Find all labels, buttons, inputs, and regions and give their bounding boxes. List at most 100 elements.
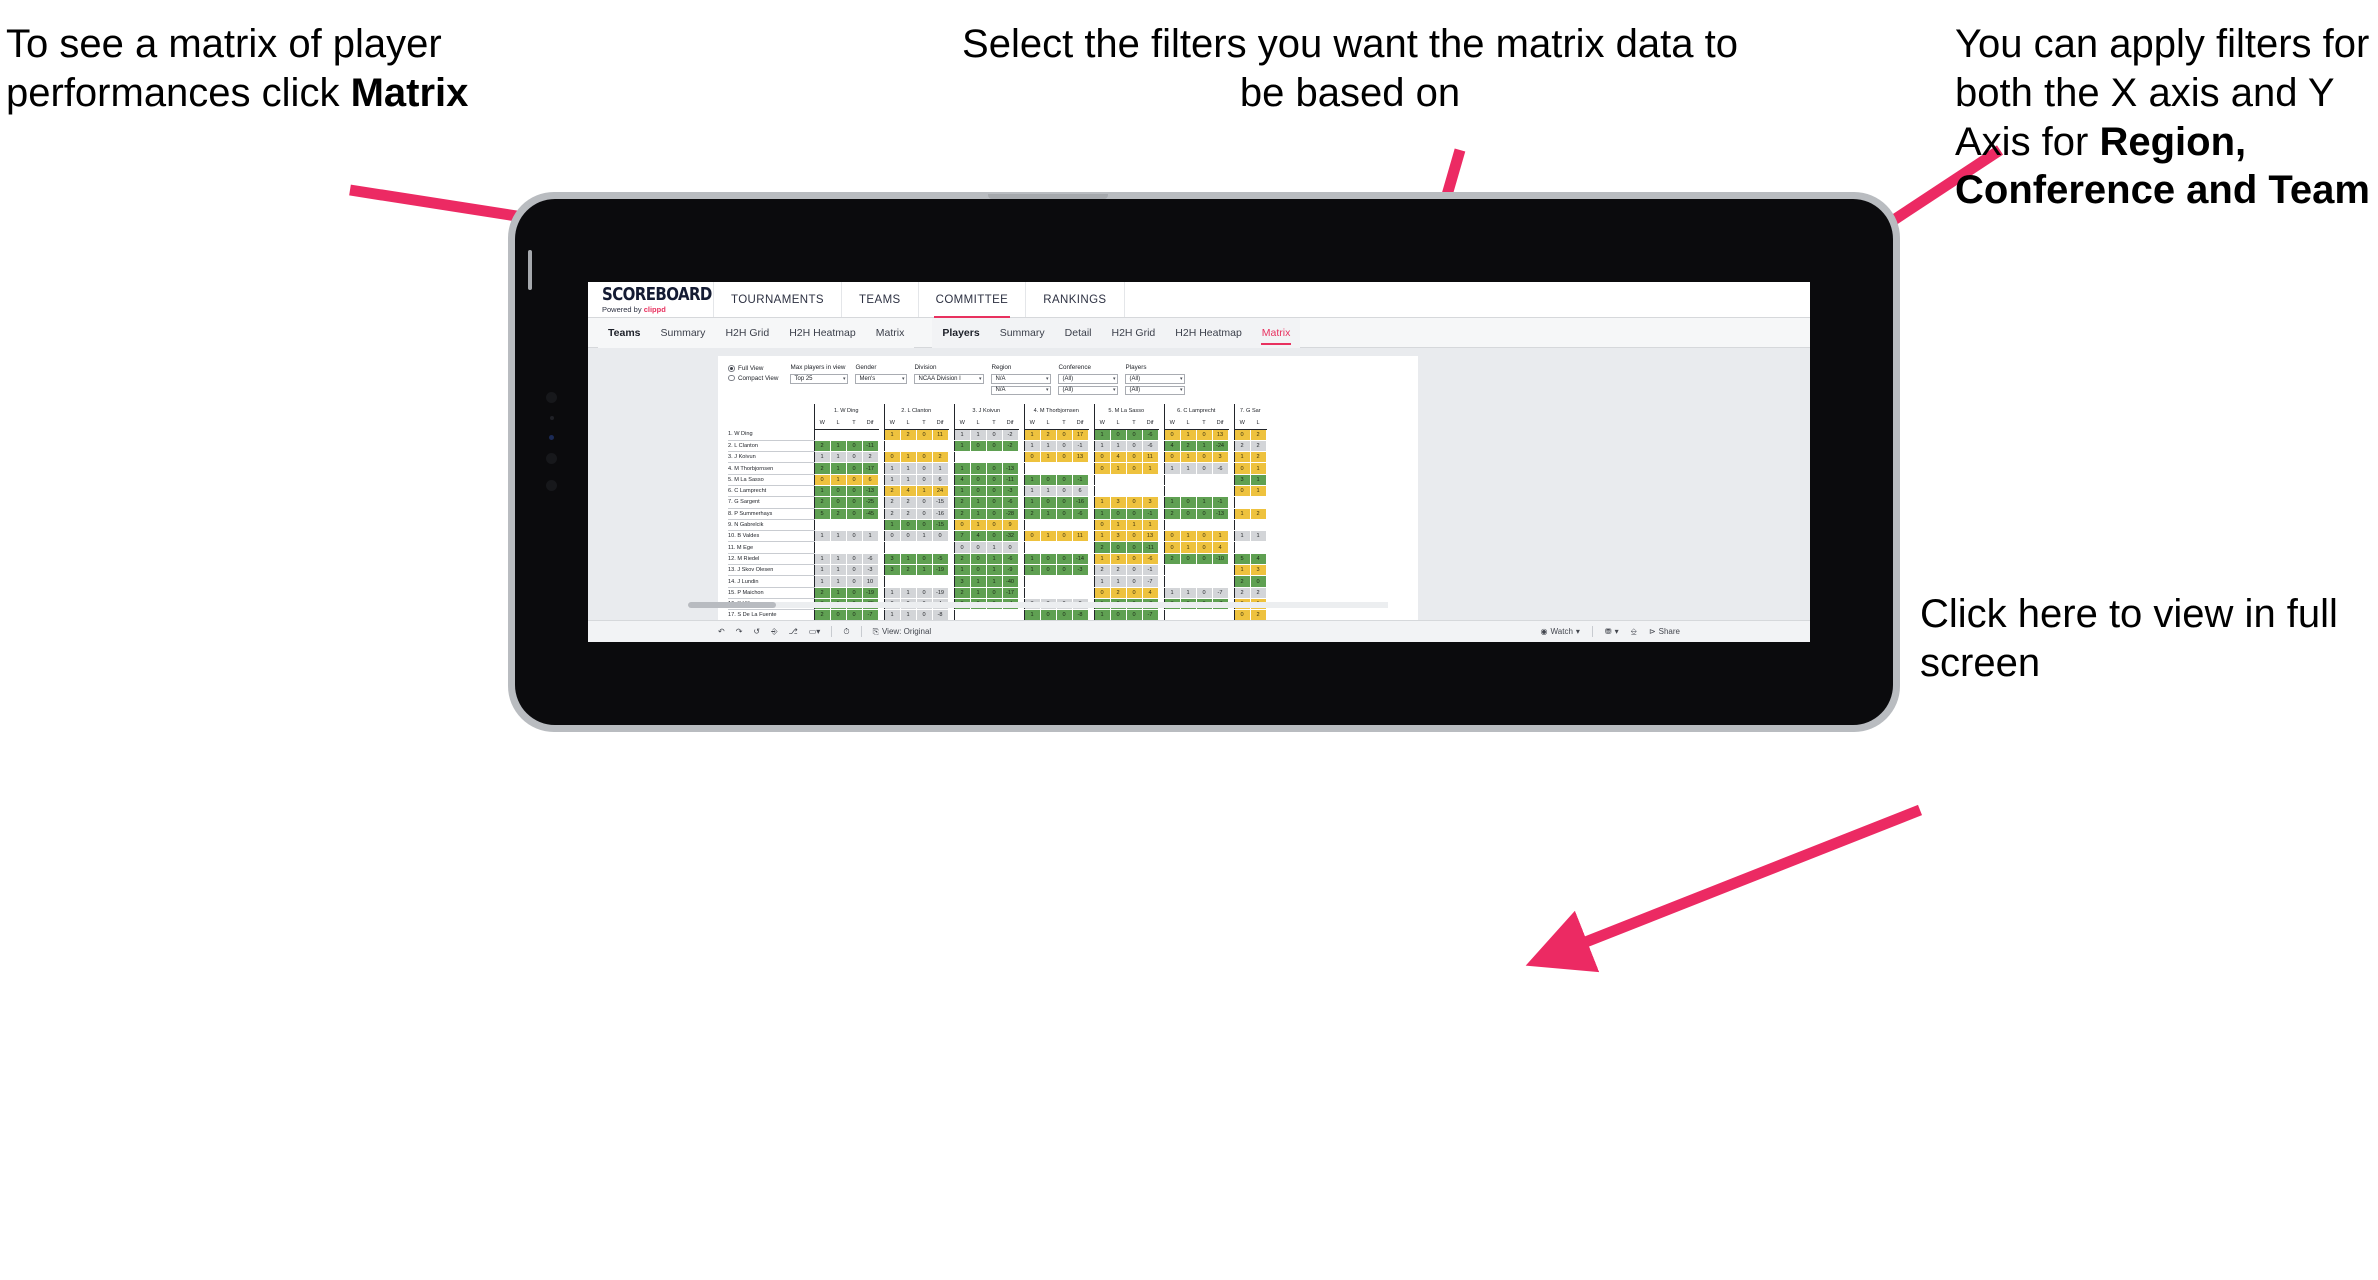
matrix-cell[interactable]: 4 — [1212, 541, 1229, 554]
matrix-cell[interactable]: 0 — [1233, 485, 1251, 498]
matrix-cell[interactable]: -3 — [1002, 485, 1019, 498]
matrix-cell[interactable]: 3 — [883, 553, 901, 566]
refresh-icon[interactable]: ⎇ — [789, 627, 798, 636]
matrix-cell[interactable]: -13 — [1212, 508, 1229, 520]
matrix-cell[interactable]: 0 — [1126, 530, 1143, 543]
matrix-cell[interactable]: 0 — [986, 587, 1003, 599]
matrix-cell[interactable]: 0 — [1056, 553, 1073, 566]
matrix-cell[interactable]: 10 — [862, 575, 879, 588]
matrix-cell[interactable]: 0 — [1196, 429, 1213, 441]
matrix-cell[interactable] — [1040, 541, 1057, 554]
matrix-cell[interactable]: 0 — [970, 541, 987, 554]
matrix-cell[interactable]: 0 — [1110, 508, 1127, 520]
matrix-cell[interactable]: 0 — [1056, 474, 1073, 486]
matrix-cell[interactable]: 1 — [813, 451, 831, 464]
matrix-cell[interactable]: 0 — [1023, 530, 1041, 543]
tab-teams[interactable]: Teams — [598, 318, 651, 348]
matrix-cell[interactable]: -6 — [1142, 429, 1159, 441]
matrix-cell[interactable]: 2 — [1233, 587, 1251, 599]
matrix-cell[interactable]: 1 — [1093, 553, 1111, 566]
matrix-cell[interactable]: 1 — [1250, 530, 1267, 543]
matrix-row[interactable]: 7. G Sargent 2 0 0 -25 2 2 0 -15 2 1 0 -6 1 0 0 -16 1 3 0 3 1… — [728, 496, 1267, 509]
matrix-cell[interactable]: 0 — [846, 474, 863, 486]
matrix-cell[interactable]: 0 — [1196, 530, 1213, 543]
matrix-cell[interactable] — [1212, 485, 1229, 498]
nav-item-teams[interactable]: TEAMS — [841, 282, 919, 317]
matrix-cell[interactable]: 0 — [1093, 451, 1111, 464]
matrix-cell[interactable]: 0 — [970, 474, 987, 486]
matrix-cell[interactable]: 0 — [916, 553, 933, 566]
matrix-cell[interactable]: 1 — [1163, 462, 1181, 475]
matrix-cell[interactable]: 0 — [900, 530, 917, 543]
matrix-cell[interactable]: 1 — [1250, 462, 1267, 475]
matrix-cell[interactable]: 0 — [1040, 564, 1057, 577]
matrix-cell[interactable]: 1 — [1040, 440, 1057, 453]
fullscreen-button[interactable]: ⎒ — [1631, 627, 1637, 636]
matrix-cell[interactable]: 0 — [1110, 429, 1127, 441]
matrix-cell[interactable]: 2 — [1040, 429, 1057, 441]
matrix-cell[interactable] — [883, 440, 901, 453]
matrix-cell[interactable]: 1 — [1233, 564, 1251, 577]
matrix-row[interactable]: 11. M Ege 0 0 1 0 2 0 0 -11 0 1 0 4 — [728, 541, 1267, 554]
matrix-cell[interactable]: 1 — [830, 440, 847, 453]
matrix-cell[interactable]: 0 — [1056, 564, 1073, 577]
matrix-cell[interactable]: 0 — [986, 496, 1003, 509]
matrix-cell[interactable]: 1 — [830, 564, 847, 577]
matrix-cell[interactable] — [1212, 519, 1229, 532]
matrix-cell[interactable]: 1 — [1163, 496, 1181, 509]
matrix-cell[interactable] — [1040, 587, 1057, 599]
tab-players-summary[interactable]: Summary — [990, 318, 1055, 348]
matrix-cell[interactable]: 1 — [1163, 587, 1181, 599]
matrix-cell[interactable]: -28 — [1002, 508, 1019, 520]
matrix-cell[interactable] — [1196, 564, 1213, 577]
matrix-cell[interactable]: -1 — [1212, 496, 1229, 509]
matrix-cell[interactable]: 1 — [830, 553, 847, 566]
alert-icon[interactable]: ⏱ — [843, 627, 849, 636]
matrix-cell[interactable]: 2 — [1093, 541, 1111, 554]
matrix-cell[interactable]: 2 — [953, 496, 971, 509]
matrix-cell[interactable] — [900, 575, 917, 588]
matrix-cell[interactable] — [1056, 575, 1073, 588]
matrix-cell[interactable]: 1 — [1110, 440, 1127, 453]
matrix-cell[interactable]: 2 — [1233, 575, 1251, 588]
matrix-cell[interactable]: 1 — [1180, 429, 1197, 441]
matrix-cell[interactable]: -7 — [1212, 587, 1229, 599]
matrix-cell[interactable]: 2 — [900, 429, 917, 441]
matrix-cell[interactable]: -40 — [1002, 575, 1019, 588]
matrix-row[interactable]: 15. P Maichon 2 1 0 -19 1 1 0 -19 2 1 0 -17 0 2 0 4 1 1 0 -7… — [728, 587, 1267, 599]
matrix-cell[interactable] — [1163, 485, 1181, 498]
matrix-cell[interactable]: 1 — [1040, 508, 1057, 520]
matrix-cell[interactable]: 0 — [1056, 496, 1073, 509]
matrix-row[interactable]: 14. J Lundin 1 1 0 10 3 1 1 -40 1 1 0 -7 2 0 — [728, 575, 1267, 588]
matrix-cell[interactable] — [1072, 541, 1089, 554]
matrix-cell[interactable]: 2 — [1110, 587, 1127, 599]
matrix-cell[interactable]: 1 — [1233, 451, 1251, 464]
matrix-cell[interactable]: 2 — [900, 508, 917, 520]
matrix-cell[interactable]: -9 — [1002, 564, 1019, 577]
matrix-cell[interactable]: 0 — [1126, 462, 1143, 475]
matrix-cell[interactable] — [1142, 474, 1159, 486]
matrix-cell[interactable] — [932, 575, 949, 588]
matrix-cell[interactable]: 1 — [932, 462, 949, 475]
matrix-cell[interactable]: -2 — [1002, 429, 1019, 441]
matrix-cell[interactable]: 0 — [1180, 553, 1197, 566]
matrix-cell[interactable]: 1 — [883, 587, 901, 599]
matrix-cell[interactable]: 0 — [846, 530, 863, 543]
matrix-cell[interactable]: 0 — [986, 462, 1003, 475]
matrix-cell[interactable]: 1 — [1093, 496, 1111, 509]
matrix-cell[interactable]: 1 — [1040, 451, 1057, 464]
matrix-cell[interactable]: 4 — [1163, 440, 1181, 453]
matrix-row[interactable]: 3. J Koivun 1 1 0 2 0 1 0 2 0 1 0 13 0 4 0 11 0 1 0 3 1 2 — [728, 451, 1267, 464]
matrix-cell[interactable]: 2 — [813, 462, 831, 475]
matrix-cell[interactable] — [1250, 519, 1267, 532]
matrix-cell[interactable]: 3 — [1110, 553, 1127, 566]
matrix-cell[interactable] — [1072, 575, 1089, 588]
matrix-cell[interactable] — [1023, 541, 1041, 554]
radio-full-view[interactable]: Full View — [728, 365, 778, 372]
matrix-cell[interactable] — [1072, 462, 1089, 475]
matrix-cell[interactable]: 6 — [932, 474, 949, 486]
filter-select-primary[interactable]: NCAA Division I ▾ — [914, 374, 985, 384]
matrix-cell[interactable] — [953, 451, 971, 464]
matrix-cell[interactable] — [813, 519, 831, 532]
matrix-cell[interactable] — [1056, 587, 1073, 599]
